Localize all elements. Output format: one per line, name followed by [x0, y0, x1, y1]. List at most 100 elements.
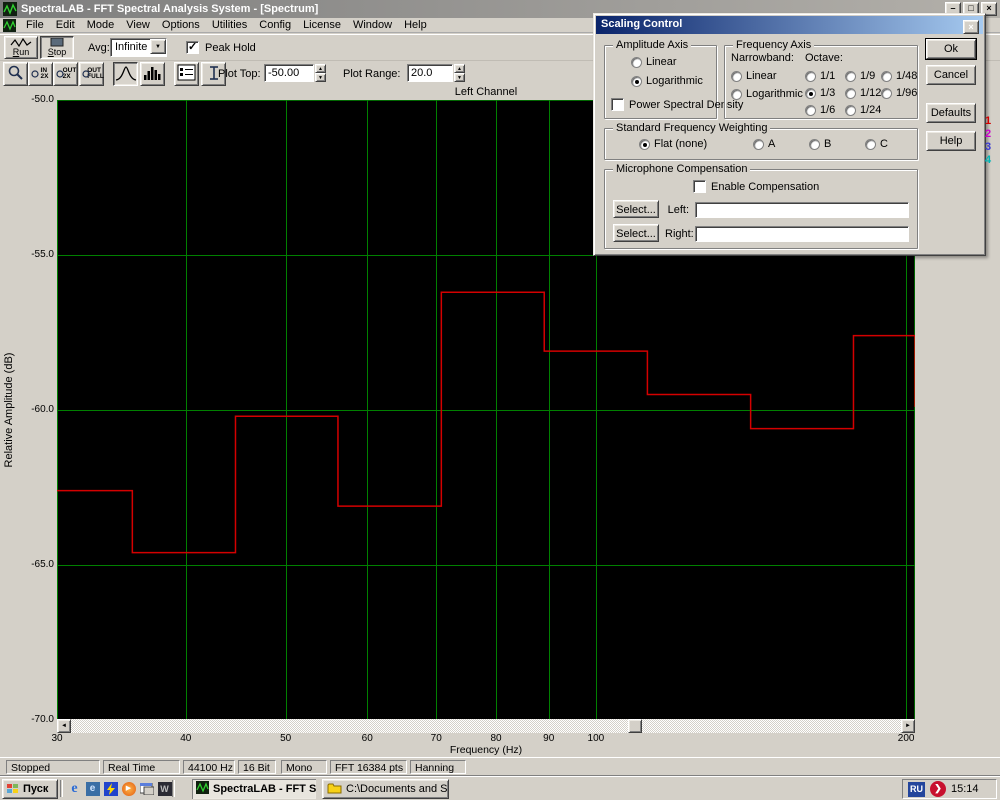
octave-1-48[interactable]: 1/48: [881, 70, 917, 82]
trace-marker-2[interactable]: 2: [985, 128, 995, 140]
status-mono: Mono: [281, 760, 327, 774]
task-button-2[interactable]: C:\Documents and Settin...: [322, 779, 449, 799]
menu-config[interactable]: Config: [253, 18, 297, 32]
octave-1-12[interactable]: 1/12: [845, 87, 881, 99]
menu-items: FileEditModeViewOptionsUtilitiesConfigLi…: [20, 18, 433, 32]
enable-compensation-checkbox[interactable]: [693, 180, 706, 193]
internet-explorer-icon[interactable]: e: [66, 780, 83, 797]
octave-1-9[interactable]: 1/9: [845, 70, 875, 82]
peak-hold-checkbox[interactable]: [186, 41, 199, 54]
plot-range-input[interactable]: 20.0: [407, 64, 453, 82]
radio-label: 1/96: [896, 87, 917, 99]
scaling-control-dialog: Scaling Control × Amplitude Axis LinearL…: [593, 13, 986, 256]
left-file-input[interactable]: [695, 202, 909, 218]
y-tick-label: -70.0: [20, 714, 54, 725]
weighting-flatnone[interactable]: Flat (none): [639, 138, 707, 150]
status-real-time: Real Time: [103, 760, 180, 774]
x-tick-label: 50: [280, 733, 291, 744]
menu-help[interactable]: Help: [398, 18, 433, 32]
plot-top-input[interactable]: -50.00: [264, 64, 314, 82]
task-button-1[interactable]: SpectraLAB - FFT Spe...: [192, 779, 316, 799]
browser-icon[interactable]: e: [84, 780, 101, 797]
menu-options[interactable]: Options: [156, 18, 206, 32]
dialog-titlebar[interactable]: Scaling Control ×: [596, 16, 983, 34]
trace-marker-3[interactable]: 3: [985, 141, 995, 153]
clock[interactable]: 15:14: [951, 783, 979, 795]
radio-icon: [631, 57, 642, 68]
defaults-button[interactable]: Defaults: [926, 103, 976, 123]
x-tick-label: 90: [543, 733, 554, 744]
media-player-icon[interactable]: ▶: [120, 780, 137, 797]
scroll-left-icon[interactable]: ◄: [57, 719, 71, 733]
amplitude-logarithmic[interactable]: Logarithmic: [631, 75, 703, 87]
select-left-button[interactable]: Select...: [613, 200, 659, 218]
menu-file[interactable]: File: [20, 18, 50, 32]
task-label: C:\Documents and Settin...: [346, 783, 449, 795]
plot-top-stepper[interactable]: ▲ ▼: [315, 64, 326, 82]
radio-label: Linear: [746, 70, 777, 82]
plot-range-stepper[interactable]: ▲ ▼: [454, 64, 465, 82]
system-tray: RU ❯ 15:14: [902, 779, 997, 799]
trace-marker-4[interactable]: 4: [985, 154, 995, 166]
spinner-up-icon[interactable]: ▲: [315, 64, 326, 73]
zoom-in-2x-button[interactable]: IN 2X: [28, 62, 53, 86]
octave-1-6[interactable]: 1/6: [805, 104, 835, 116]
show-desktop-icon[interactable]: [138, 780, 155, 797]
bar-display-button[interactable]: [140, 62, 165, 86]
run-button[interactable]: RRunun: [4, 36, 38, 59]
weighting-a[interactable]: A: [753, 138, 775, 150]
bar-display-icon: [142, 64, 164, 85]
right-file-input[interactable]: [695, 226, 909, 242]
zoom-out-2x-button[interactable]: OUT 2X: [53, 62, 78, 86]
cancel-button[interactable]: Cancel: [926, 65, 976, 85]
start-button[interactable]: Пуск: [2, 779, 58, 799]
scroll-right-icon[interactable]: ►: [901, 719, 915, 733]
language-indicator[interactable]: RU: [908, 782, 925, 797]
dialog-close-icon[interactable]: ×: [963, 20, 979, 34]
spectralab-icon: [196, 781, 209, 797]
help-button[interactable]: Help: [926, 131, 976, 151]
octave-1-1[interactable]: 1/1: [805, 70, 835, 82]
plot-top-label: Plot Top:: [218, 68, 261, 80]
narrowband-linear[interactable]: Linear: [731, 70, 777, 82]
menu-edit[interactable]: Edit: [50, 18, 81, 32]
menu-window[interactable]: Window: [347, 18, 398, 32]
flashget-icon[interactable]: [102, 780, 119, 797]
spinner-down-icon[interactable]: ▼: [454, 73, 465, 82]
ok-button[interactable]: Ok: [926, 39, 976, 59]
stop-button[interactable]: Stop: [40, 36, 74, 59]
amplitude-linear[interactable]: Linear: [631, 56, 677, 68]
octave-1-3[interactable]: 1/3: [805, 87, 835, 99]
enable-compensation-row[interactable]: Enable Compensation: [693, 180, 819, 193]
psd-checkbox[interactable]: [611, 98, 624, 111]
tray-app-icon[interactable]: ❯: [930, 781, 946, 797]
zoom-out-full-button[interactable]: OUT FULL: [79, 62, 104, 86]
avg-combobox[interactable]: Infinite ▼: [110, 38, 167, 57]
window-title: SpectraLAB - FFT Spectral Analysis Syste…: [21, 3, 318, 15]
document-icon[interactable]: [3, 19, 16, 32]
y-axis-title: Relative Amplitude (dB): [3, 335, 15, 485]
options-list-button[interactable]: [174, 62, 199, 86]
radio-label: 1/48: [896, 70, 917, 82]
menu-utilities[interactable]: Utilities: [206, 18, 253, 32]
radio-label: Logarithmic: [646, 75, 703, 87]
select-right-button[interactable]: Select...: [613, 224, 659, 242]
octave-1-96[interactable]: 1/96: [881, 87, 917, 99]
plot-hscrollbar[interactable]: ◄ ►: [57, 719, 915, 733]
menu-license[interactable]: License: [297, 18, 347, 32]
trace-marker-1[interactable]: 1: [985, 115, 995, 127]
menu-view[interactable]: View: [120, 18, 156, 32]
spectrum-curve-button[interactable]: [113, 62, 138, 86]
scrollbar-thumb[interactable]: [628, 719, 642, 733]
menu-mode[interactable]: Mode: [81, 18, 121, 32]
divider: [172, 780, 175, 797]
spinner-down-icon[interactable]: ▼: [315, 73, 326, 82]
chevron-down-icon[interactable]: ▼: [150, 39, 166, 54]
zoom-button[interactable]: [3, 62, 28, 86]
narrowband-logarithmic[interactable]: Logarithmic: [731, 88, 803, 100]
octave-1-24[interactable]: 1/24: [845, 104, 881, 116]
weighting-c[interactable]: C: [865, 138, 888, 150]
winamp-icon[interactable]: W: [156, 780, 173, 797]
spinner-up-icon[interactable]: ▲: [454, 64, 465, 73]
weighting-b[interactable]: B: [809, 138, 831, 150]
